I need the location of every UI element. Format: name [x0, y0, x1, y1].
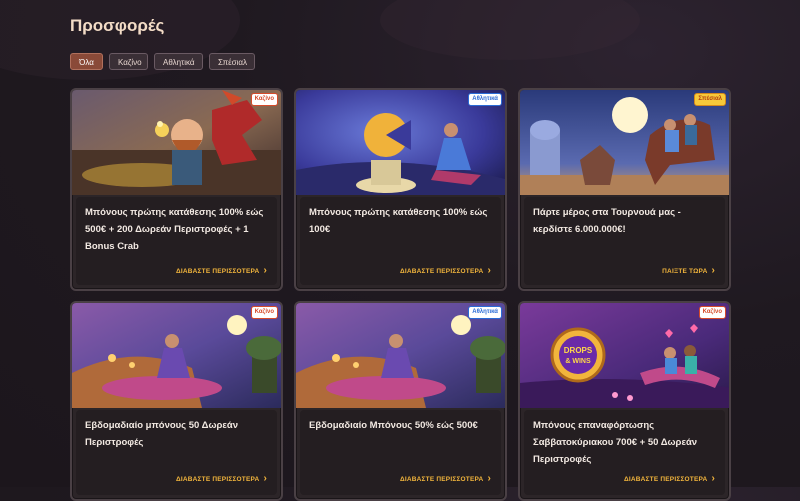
filter-all[interactable]: Όλα [70, 53, 103, 70]
read-more-link[interactable]: ΔΙΑΒΑΣΤΕ ΠΕΡΙΣΣΟΤΕΡΑ › [400, 265, 491, 276]
chevron-right-icon: › [263, 265, 267, 276]
card-body: Μπόνους πρώτης κατάθεσης 100% εώς 500€ +… [76, 197, 277, 285]
svg-text:DROPS: DROPS [564, 346, 593, 355]
category-badge: Αθλητικά [468, 306, 502, 319]
category-badge: Καζίνο [250, 306, 278, 319]
read-more-link[interactable]: ΔΙΑΒΑΣΤΕ ΠΕΡΙΣΣΟΤΕΡΑ › [176, 473, 267, 484]
promo-description: Εβδομαδιαίο Μπόνους 50% εώς 500€ [309, 420, 478, 431]
category-badge: Αθλητικά [468, 93, 502, 106]
read-more-label: ΔΙΑΒΑΣΤΕ ΠΕΡΙΣΣΟΤΕΡΑ [400, 475, 484, 483]
card-body: Εβδομαδιαίο μπόνους 50 Δωρεάν Περιστροφέ… [76, 410, 277, 495]
chevron-right-icon: › [263, 473, 267, 484]
promo-card[interactable]: Σπέσιαλ Πάρτε μέρος στα Τουρνουά μας - κ… [518, 88, 731, 291]
read-more-label: ΔΙΑΒΑΣΤΕ ΠΕΡΙΣΣΟΤΕΡΑ [176, 475, 260, 483]
read-more-label: ΔΙΑΒΑΣΤΕ ΠΕΡΙΣΣΟΤΕΡΑ [176, 267, 260, 275]
promo-image-dwarf-dragon [72, 90, 281, 195]
chevron-right-icon: › [711, 473, 715, 484]
svg-text:& WINS: & WINS [565, 358, 591, 365]
card-body: Μπόνους επαναφόρτωσης Σαββατοκύριακου 70… [524, 410, 725, 495]
promo-description: Εβδομαδιαίο μπόνους 50 Δωρεάν Περιστροφέ… [85, 420, 238, 448]
promo-description: Μπόνους πρώτης κατάθεσης 100% εώς 100€ [309, 207, 488, 235]
card-body: Εβδομαδιαίο Μπόνους 50% εώς 500€ ΔΙΑΒΑΣΤ… [300, 410, 501, 495]
card-body: Μπόνους πρώτης κατάθεσης 100% εώς 100€ Δ… [300, 197, 501, 285]
read-more-link[interactable]: ΔΙΑΒΑΣΤΕ ΠΕΡΙΣΣΟΤΕΡΑ › [400, 473, 491, 484]
category-badge: Καζίνο [698, 306, 726, 319]
promo-card[interactable]: Αθλητικά Μπόνους πρώτης κατάθεσης 100% ε… [294, 88, 507, 291]
read-more-link[interactable]: ΔΙΑΒΑΣΤΕ ΠΕΡΙΣΣΟΤΕΡΑ › [624, 473, 715, 484]
promo-image-aladdin-carpet [72, 303, 281, 408]
card-body: Πάρτε μέρος στα Τουρνουά μας - κερδίστε … [524, 197, 725, 285]
chevron-right-icon: › [487, 473, 491, 484]
promo-card[interactable]: Καζίνο Μπόνους πρώτης κατάθεσης 100% εώς… [70, 88, 283, 291]
filter-casino[interactable]: Καζίνο [109, 53, 148, 70]
promo-description: Μπόνους επαναφόρτωσης Σαββατοκύριακου 70… [533, 420, 698, 465]
promo-card[interactable]: Καζίνο Εβδομαδιαίο μπόνους 50 Δωρεάν Περ… [70, 301, 283, 501]
filter-special[interactable]: Σπέσιαλ [209, 53, 255, 70]
promo-card[interactable]: Αθλητικά Εβδομαδιαίο Μπόνους 50% εώς 500… [294, 301, 507, 501]
category-badge: Καζίνο [250, 93, 278, 106]
page-title: Προσφορές [70, 16, 165, 35]
promo-description: Πάρτε μέρος στα Τουρνουά μας - κερδίστε … [533, 207, 681, 235]
play-now-label: ΠΑΙΞΤΕ ΤΩΡΑ [662, 267, 708, 275]
read-more-label: ΔΙΑΒΑΣΤΕ ΠΕΡΙΣΣΟΤΕΡΑ [400, 267, 484, 275]
category-badge: Σπέσιαλ [694, 93, 726, 106]
promo-description: Μπόνους πρώτης κατάθεσης 100% εώς 500€ +… [85, 207, 264, 252]
read-more-label: ΔΙΑΒΑΣΤΕ ΠΕΡΙΣΣΟΤΕΡΑ [624, 475, 708, 483]
read-more-link[interactable]: ΔΙΑΒΑΣΤΕ ΠΕΡΙΣΣΟΤΕΡΑ › [176, 265, 267, 276]
chevron-right-icon: › [711, 265, 715, 276]
filter-bar: Όλα Καζίνο Αθλητικά Σπέσιαλ [70, 53, 255, 70]
background-decoration [380, 0, 640, 60]
play-now-link[interactable]: ΠΑΙΞΤΕ ΤΩΡΑ › [662, 265, 715, 276]
filter-sports[interactable]: Αθλητικά [154, 53, 203, 70]
chevron-right-icon: › [487, 265, 491, 276]
promo-card[interactable]: DROPS & WINS Καζίνο Μπόνους επαναφόρτωση… [518, 301, 731, 501]
promo-image-drops-wins: DROPS & WINS [520, 303, 729, 408]
